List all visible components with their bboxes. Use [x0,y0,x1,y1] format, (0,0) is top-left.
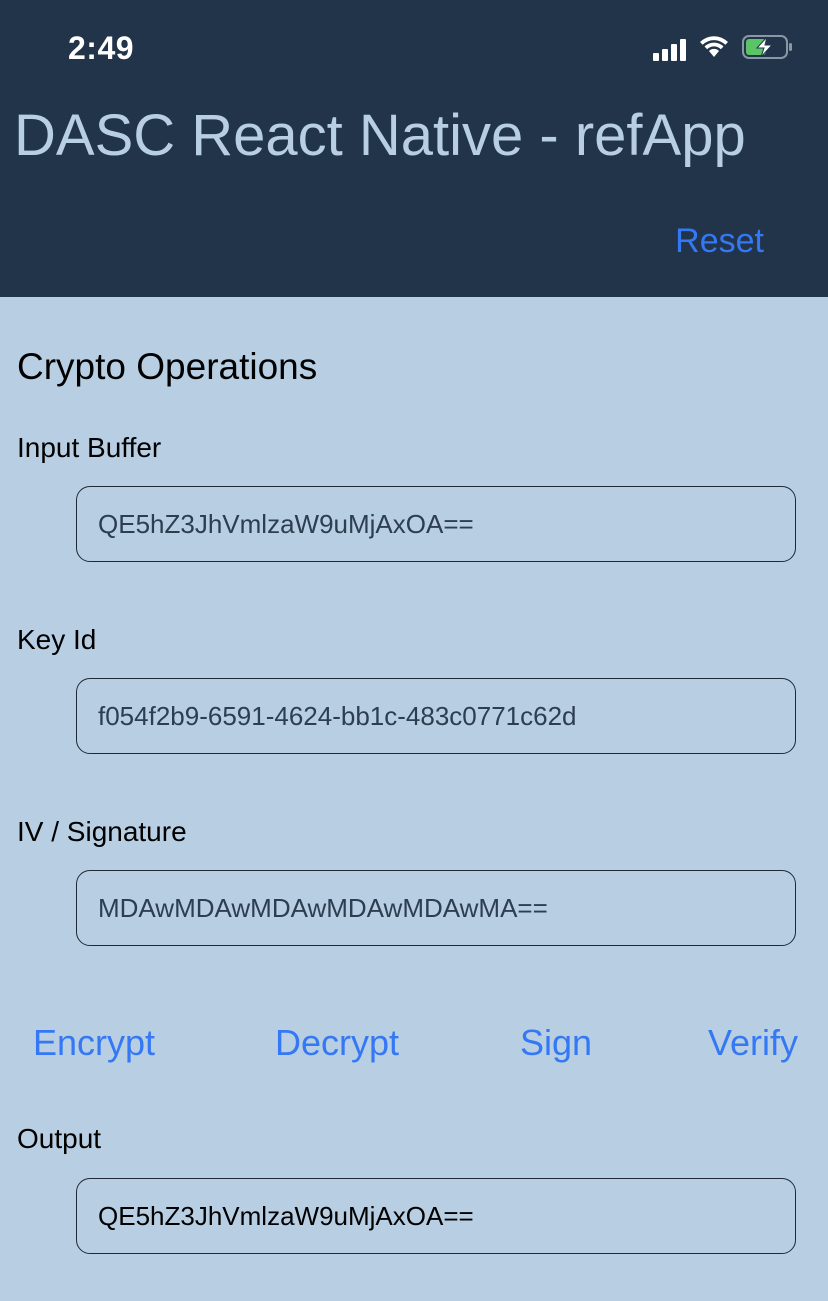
verify-button[interactable]: Verify [708,1022,798,1064]
input-buffer-field[interactable]: QE5hZ3JhVmlzaW9uMjAxOA== [76,486,796,562]
status-icons [653,34,794,65]
section-title: Crypto Operations [17,346,318,387]
key-id-field[interactable]: f054f2b9-6591-4624-bb1c-483c0771c62d [76,678,796,754]
encrypt-button[interactable]: Encrypt [33,1022,155,1064]
wifi-icon [698,35,730,64]
output-label: Output [17,1123,102,1154]
app-header: 2:49 DASC React Native - refApp Reset [0,0,828,297]
decrypt-button[interactable]: Decrypt [275,1022,399,1064]
battery-charging-icon [742,34,794,65]
status-time: 2:49 [68,30,135,66]
signal-icon [653,38,686,61]
iv-signature-field[interactable]: MDAwMDAwMDAwMDAwMDAwMA== [76,870,796,946]
sign-button[interactable]: Sign [520,1022,592,1064]
reset-button[interactable]: Reset [675,222,764,261]
iv-signature-label: IV / Signature [17,816,187,847]
input-buffer-label: Input Buffer [17,432,162,463]
app-title: DASC React Native - refApp [14,103,746,168]
key-id-label: Key Id [17,624,97,655]
output-field[interactable]: QE5hZ3JhVmlzaW9uMjAxOA== [76,1178,796,1254]
